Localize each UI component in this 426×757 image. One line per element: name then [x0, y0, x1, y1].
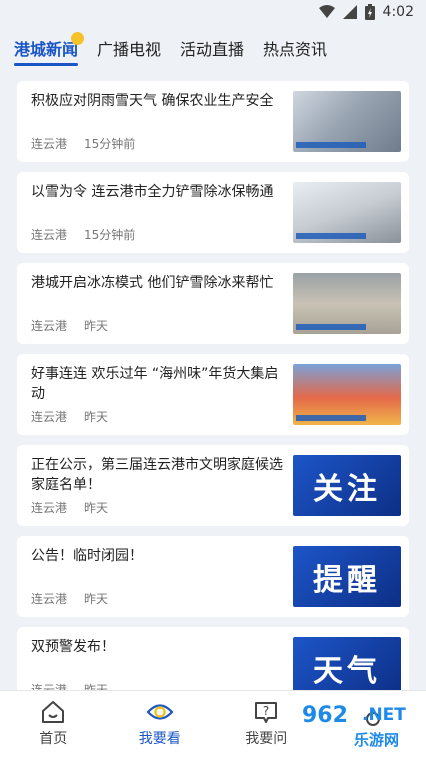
news-card[interactable]: 以雪为令 连云港市全力铲雪除冰保畅通 连云港 15分钟前: [17, 172, 409, 253]
thumbnail-caption-bar: [296, 233, 366, 239]
news-meta: 连云港 昨天: [31, 317, 108, 334]
thumbnail-banner-text: 天气: [313, 653, 381, 689]
tab-label: 活动直播: [180, 40, 245, 59]
news-title: 以雪为令 连云港市全力铲雪除冰保畅通: [31, 184, 274, 200]
news-source: 连云港: [31, 501, 68, 515]
nav-watch[interactable]: 我要看: [107, 700, 213, 748]
news-time: 15分钟前: [84, 228, 136, 242]
news-list: 积极应对阴雨雪天气 确保农业生产安全 连云港 15分钟前 以雪为令 连云港市全力…: [17, 81, 409, 718]
nav-label: 我要看: [138, 731, 181, 747]
status-time: 4:02: [382, 4, 414, 20]
news-title: 港城开启冰冻模式 他们铲雪除冰来帮忙: [31, 275, 274, 291]
news-source: 连云港: [31, 592, 68, 606]
tab-broadcast-tv[interactable]: 广播电视: [97, 36, 161, 60]
tab-label: 广播电视: [97, 40, 162, 59]
news-meta: 连云港 昨天: [31, 408, 108, 425]
status-bar: 4:02: [0, 0, 426, 24]
news-meta: 连云港 昨天: [31, 499, 108, 516]
tab-gangcheng-news[interactable]: 港城新闻: [14, 32, 85, 66]
news-thumbnail: 天气: [293, 637, 401, 698]
eye-icon: [146, 704, 174, 720]
news-title: 公告！临时闭园！: [31, 548, 143, 564]
thumbnail-caption-bar: [296, 142, 366, 148]
thumbnail-caption-bar: [296, 324, 366, 330]
news-card[interactable]: 港城开启冰冻模式 他们铲雪除冰来帮忙 连云港 昨天: [17, 263, 409, 344]
news-title: 好事连连 欢乐过年 “海州味”年货大集启动: [31, 366, 279, 402]
news-card[interactable]: 好事连连 欢乐过年 “海州味”年货大集启动 连云港 昨天: [17, 354, 409, 435]
news-time: 昨天: [84, 319, 109, 333]
site-watermark-logo: 962 .NET 乐游网: [302, 703, 420, 751]
watermark-subtitle: 乐游网: [354, 731, 400, 749]
news-card[interactable]: 正在公示，第三届连云港市文明家庭候选家庭名单！ 连云港 昨天 关注: [17, 445, 409, 526]
question-icon: ?: [255, 702, 278, 723]
watermark-number: 962: [302, 703, 348, 728]
battery-icon: [364, 4, 375, 20]
news-thumbnail: [293, 91, 401, 152]
signal-icon: [342, 5, 357, 19]
news-meta: 连云港 昨天: [31, 590, 108, 607]
news-time: 15分钟前: [84, 137, 136, 151]
news-meta: 连云港 15分钟前: [31, 135, 135, 152]
category-tabs: 港城新闻 广播电视 活动直播 热点资讯: [0, 28, 426, 68]
tab-live-events[interactable]: 活动直播: [180, 36, 244, 60]
nav-label: 我要问: [245, 731, 288, 747]
news-card[interactable]: 积极应对阴雨雪天气 确保农业生产安全 连云港 15分钟前: [17, 81, 409, 162]
news-thumbnail: [293, 273, 401, 334]
news-meta: 连云港 15分钟前: [31, 226, 135, 243]
active-tab-underline: [14, 63, 79, 66]
news-time: 昨天: [84, 410, 109, 424]
news-thumbnail: [293, 364, 401, 425]
thumbnail-caption-bar: [296, 415, 366, 421]
news-title: 双预警发布！: [31, 639, 115, 655]
news-source: 连云港: [31, 228, 68, 242]
news-source: 连云港: [31, 319, 68, 333]
news-source: 连云港: [31, 410, 68, 424]
news-thumbnail: [293, 182, 401, 243]
wifi-icon: [318, 5, 335, 18]
tab-hot-news[interactable]: 热点资讯: [263, 36, 327, 60]
home-icon: [42, 701, 65, 723]
svg-text:?: ?: [263, 704, 269, 718]
tab-label: 港城新闻: [14, 40, 79, 59]
tab-label: 热点资讯: [263, 40, 328, 59]
nav-label: 首页: [39, 731, 68, 747]
news-time: 昨天: [84, 501, 109, 515]
news-title: 正在公示，第三届连云港市文明家庭候选家庭名单！: [31, 457, 283, 493]
news-time: 昨天: [84, 592, 109, 606]
thumbnail-banner-text: 提醒: [313, 562, 381, 598]
news-thumbnail: 提醒: [293, 546, 401, 607]
news-title: 积极应对阴雨雪天气 确保农业生产安全: [31, 93, 274, 109]
news-source: 连云港: [31, 137, 68, 151]
news-thumbnail: 关注: [293, 455, 401, 516]
active-dot-icon: [71, 32, 85, 45]
news-card[interactable]: 公告！临时闭园！ 连云港 昨天 提醒: [17, 536, 409, 617]
watermark-net: .NET: [362, 705, 406, 725]
nav-home[interactable]: 首页: [0, 700, 106, 748]
thumbnail-banner-text: 关注: [313, 471, 381, 507]
